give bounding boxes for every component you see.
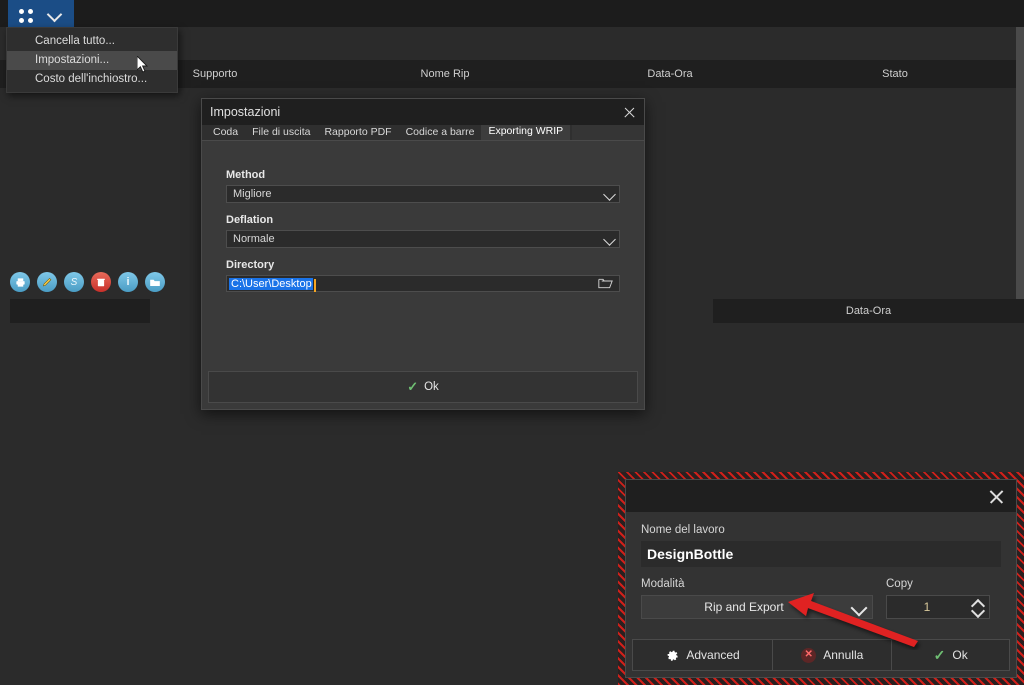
- directory-label: Directory: [226, 259, 620, 271]
- method-select[interactable]: Migliore: [226, 185, 620, 203]
- chevron-down-icon: [601, 230, 619, 248]
- settings-tab-strip: Coda File di uscita Rapporto PDF Codice …: [202, 125, 644, 141]
- stepper-updown-icon[interactable]: [967, 595, 989, 619]
- method-label: Method: [226, 169, 620, 181]
- copy-stepper[interactable]: 1: [886, 595, 990, 619]
- cancel-button[interactable]: ✕ Annulla: [772, 640, 892, 670]
- cost-dollar-icon[interactable]: S: [64, 272, 84, 292]
- deflation-select[interactable]: Normale: [226, 230, 620, 248]
- tab-rapporto-pdf[interactable]: Rapporto PDF: [317, 124, 398, 140]
- app-window: Supporto Nome Rip Data-Ora Stato S i Dat…: [0, 0, 1024, 685]
- settings-dialog-footer: ✓ Ok: [202, 365, 644, 409]
- record-action-toolbar: S i: [10, 269, 205, 295]
- check-icon: ✓: [934, 647, 946, 664]
- method-value: Migliore: [233, 188, 601, 200]
- menu-item-impostazioni[interactable]: Impostazioni...: [7, 51, 177, 70]
- column-header-data-ora-2[interactable]: Data-Ora: [713, 299, 1024, 323]
- advanced-button[interactable]: Advanced: [633, 640, 772, 670]
- chevron-down-icon: [846, 595, 872, 619]
- menu-item-cancella-tutto[interactable]: Cancella tutto...: [7, 32, 177, 51]
- directory-value: C:\User\Desktop: [229, 278, 313, 290]
- mode-label: Modalità: [641, 578, 873, 590]
- mouse-cursor: [137, 56, 149, 74]
- settings-ok-label: Ok: [424, 381, 439, 393]
- tab-strip-filler: [572, 125, 644, 140]
- chevron-down-icon: [601, 185, 619, 203]
- info-icon[interactable]: i: [118, 272, 138, 292]
- settings-dialog-body: Method Migliore Deflation Normale Direct…: [202, 141, 644, 383]
- open-folder-icon[interactable]: [145, 272, 165, 292]
- menu-item-costo-inchiostro[interactable]: Costo dell'inchiostro...: [7, 70, 177, 89]
- app-dropdown-menu: Cancella tutto... Impostazioni... Costo …: [6, 27, 178, 93]
- scrollbar-track-main[interactable]: [1016, 88, 1024, 300]
- job-dialog: Nome del lavoro DesignBottle Modalità Ri…: [618, 472, 1024, 685]
- deflation-label: Deflation: [226, 214, 620, 226]
- mode-select[interactable]: Rip and Export: [641, 595, 873, 619]
- app-menu-button[interactable]: [8, 0, 74, 27]
- job-ok-button[interactable]: ✓ Ok: [892, 640, 1009, 670]
- job-ok-label: Ok: [952, 648, 967, 662]
- directory-input[interactable]: C:\User\Desktop: [226, 275, 620, 292]
- deflation-value: Normale: [233, 233, 601, 245]
- column-header-stato[interactable]: Stato: [805, 60, 985, 88]
- grid-dots-icon: [15, 3, 37, 25]
- settings-dialog: Impostazioni Coda File di uscita Rapport…: [201, 98, 645, 410]
- close-icon[interactable]: [619, 102, 639, 122]
- advanced-label: Advanced: [686, 648, 739, 662]
- secondary-header-left-segment: [10, 299, 150, 323]
- folder-open-icon[interactable]: [598, 277, 613, 290]
- column-header-nome-rip[interactable]: Nome Rip: [355, 60, 535, 88]
- job-dialog-titlebar: [626, 480, 1016, 512]
- gear-icon: [665, 648, 679, 662]
- column-header-data-ora[interactable]: Data-Ora: [580, 60, 760, 88]
- copy-value: 1: [887, 600, 967, 614]
- settings-dialog-titlebar: Impostazioni: [202, 99, 644, 125]
- chevron-down-icon[interactable]: [45, 0, 65, 27]
- copy-label: Copy: [886, 578, 990, 590]
- settings-ok-button[interactable]: ✓ Ok: [208, 371, 638, 403]
- settings-dialog-title: Impostazioni: [210, 105, 280, 119]
- mode-value: Rip and Export: [642, 600, 846, 614]
- scrollbar-track-top[interactable]: [1016, 27, 1024, 89]
- tab-file-di-uscita[interactable]: File di uscita: [245, 124, 317, 140]
- close-icon[interactable]: [986, 486, 1006, 506]
- job-dialog-body: Nome del lavoro DesignBottle Modalità Ri…: [626, 512, 1016, 619]
- x-circle-icon: ✕: [801, 648, 816, 663]
- print-icon[interactable]: [10, 272, 30, 292]
- tab-codice-a-barre[interactable]: Codice a barre: [399, 124, 482, 140]
- check-icon: ✓: [407, 379, 418, 395]
- delete-trash-icon[interactable]: [91, 272, 111, 292]
- edit-pencil-icon[interactable]: [37, 272, 57, 292]
- job-name-input[interactable]: DesignBottle: [641, 541, 1001, 567]
- job-name-label: Nome del lavoro: [641, 524, 1001, 536]
- cancel-label: Annulla: [823, 648, 863, 662]
- job-dialog-footer: Advanced ✕ Annulla ✓ Ok: [626, 634, 1016, 677]
- tab-coda[interactable]: Coda: [206, 124, 245, 140]
- top-app-bar: [0, 0, 1024, 27]
